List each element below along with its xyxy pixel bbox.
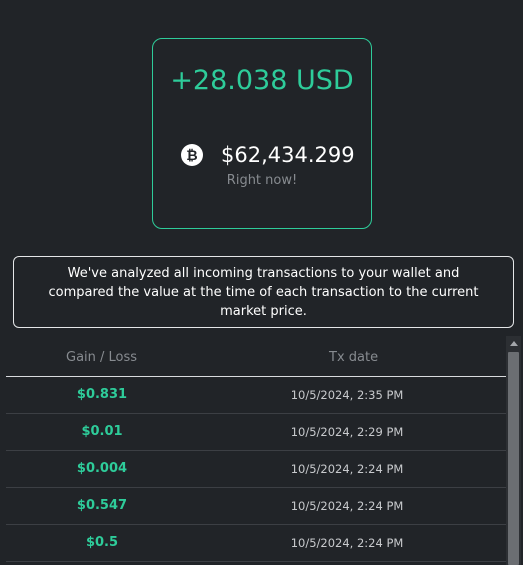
row-date: 10/5/2024, 2:24 PM [290, 499, 404, 513]
table-header: Gain / Loss Tx date [6, 340, 506, 377]
header-tx-date: Tx date [329, 350, 379, 365]
price-row: ₿ $62,434.299 [181, 141, 355, 169]
row-date: 10/5/2024, 2:35 PM [290, 388, 404, 402]
price-caption: Right now! [226, 173, 298, 188]
row-date: 10/5/2024, 2:24 PM [290, 536, 404, 550]
table-row: $0.01 10/5/2024, 2:29 PM [6, 414, 506, 451]
table-row: $0.831 10/5/2024, 2:35 PM [6, 377, 506, 414]
btc-price: $62,434.299 [221, 143, 355, 167]
bitcoin-icon: ₿ [181, 144, 203, 166]
row-date: 10/5/2024, 2:24 PM [290, 462, 404, 476]
info-message-text: We've analyzed all incoming transactions… [48, 265, 479, 319]
arrow-up-icon [509, 341, 518, 346]
scroll-up-button[interactable] [506, 336, 521, 351]
row-gain: $0.547 [76, 498, 128, 513]
row-gain: $0.831 [76, 387, 128, 402]
row-gain: $0.004 [76, 461, 128, 476]
header-gain-loss: Gain / Loss [66, 350, 138, 365]
row-gain: $0.5 [85, 535, 119, 550]
total-gain: +28.038 USD [170, 65, 354, 96]
row-gain: $0.01 [81, 424, 123, 439]
summary-card: +28.038 USD ₿ $62,434.299 Right now! [152, 38, 372, 229]
table-row: $0.5 10/5/2024, 2:24 PM [6, 525, 506, 562]
table-scrollbar[interactable] [506, 336, 521, 565]
table-row: $0.004 10/5/2024, 2:24 PM [6, 451, 506, 488]
table-row: $0.547 10/5/2024, 2:24 PM [6, 488, 506, 525]
scrollbar-thumb[interactable] [508, 352, 519, 565]
row-date: 10/5/2024, 2:29 PM [290, 425, 404, 439]
info-message: We've analyzed all incoming transactions… [13, 256, 514, 328]
transactions-table: Gain / Loss Tx date $0.831 10/5/2024, 2:… [6, 340, 506, 565]
